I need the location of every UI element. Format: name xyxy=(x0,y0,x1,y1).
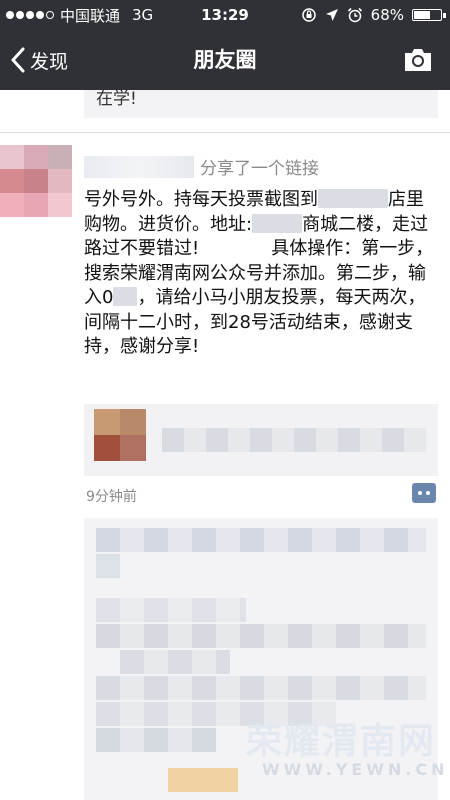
back-label: 发现 xyxy=(30,50,69,73)
post-timestamp: 9分钟前 xyxy=(86,489,137,505)
camera-icon[interactable] xyxy=(402,44,434,76)
comment-blurred xyxy=(96,598,246,622)
comment-blurred xyxy=(96,728,216,752)
shared-link-label: 分享了一个链接 xyxy=(200,159,319,179)
battery-icon xyxy=(412,9,446,21)
location-icon xyxy=(325,9,338,21)
chevron-left-icon xyxy=(11,47,25,73)
nav-bar: 发现 朋友圈 xyxy=(0,30,450,90)
back-button[interactable]: 发现 xyxy=(10,30,68,90)
comment-blurred xyxy=(96,528,426,552)
comment-blurred xyxy=(168,768,238,792)
comments-area xyxy=(84,518,438,800)
previous-comment-text: 在学! xyxy=(96,89,137,109)
link-title-blurred xyxy=(162,428,426,452)
post-text: 号外号外。持每天投票截图到 店里购物。进货价。地址: 商城二楼，走过路过不要错过! … xyxy=(84,189,434,357)
previous-comment-area: 在学! xyxy=(84,89,438,118)
network-type: 3G xyxy=(132,6,154,24)
signal-strength-icon xyxy=(6,11,54,19)
comment-blurred xyxy=(120,650,230,674)
status-bar: 中国联通 3G 13:29 68% xyxy=(0,0,450,30)
comment-blurred xyxy=(96,624,426,648)
alarm-icon xyxy=(347,7,362,23)
comment-blurred xyxy=(96,676,426,700)
comment-icon[interactable] xyxy=(412,483,436,503)
redacted-text xyxy=(252,213,303,233)
redacted-text xyxy=(318,189,388,208)
post-divider xyxy=(0,132,450,133)
comment-blurred xyxy=(96,702,336,726)
comment-blurred xyxy=(96,554,120,578)
redacted-text xyxy=(113,287,138,306)
carrier-name: 中国联通 xyxy=(60,6,121,25)
link-thumbnail xyxy=(94,409,146,461)
user-name-blurred[interactable] xyxy=(84,156,194,178)
avatar[interactable] xyxy=(0,145,72,217)
rotation-lock-icon xyxy=(301,8,316,22)
battery-percent: 68% xyxy=(370,6,404,24)
shared-link-card[interactable] xyxy=(84,404,438,476)
